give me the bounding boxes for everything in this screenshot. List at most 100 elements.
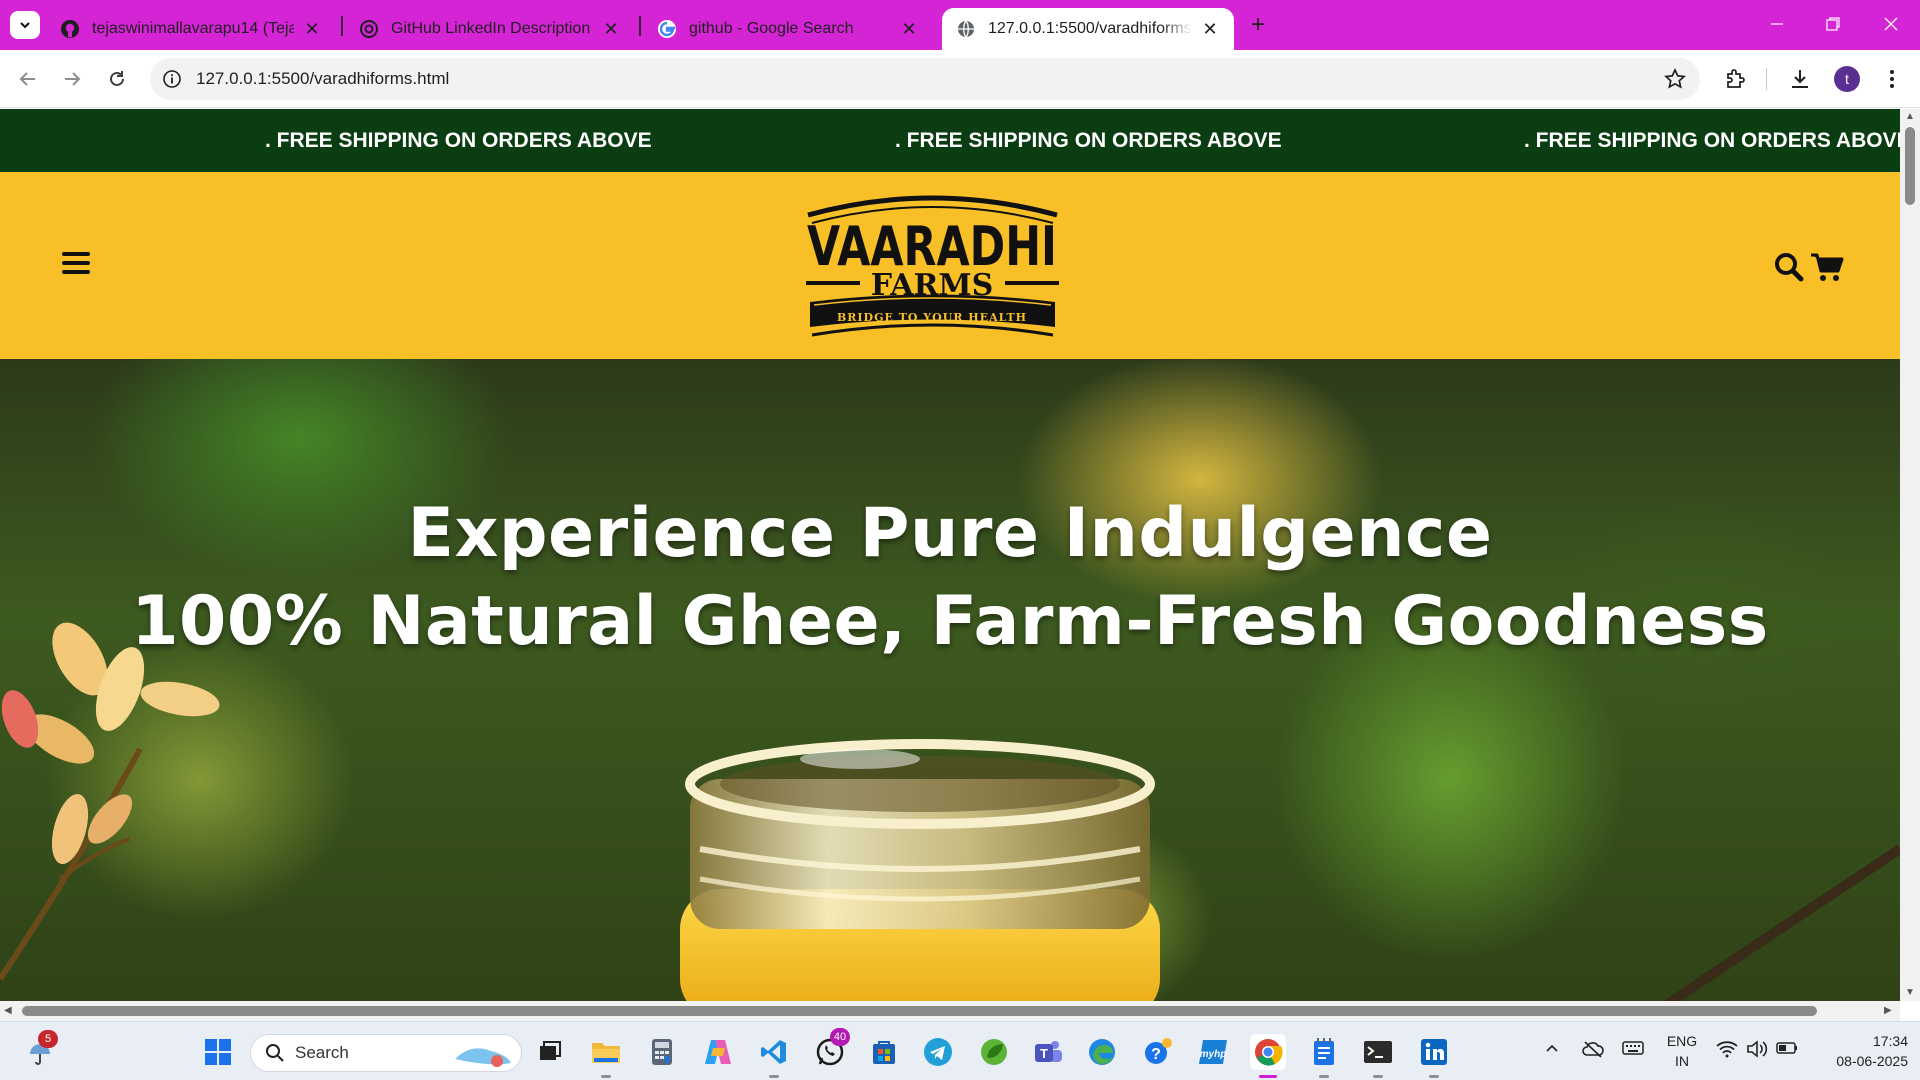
github-icon: [60, 19, 80, 39]
minimize-button[interactable]: [1754, 6, 1800, 42]
forward-button[interactable]: [56, 63, 88, 95]
scrollbar-thumb[interactable]: [22, 1006, 1817, 1016]
start-button[interactable]: [200, 1034, 236, 1070]
linkedin-icon: [1421, 1039, 1447, 1065]
address-bar[interactable]: 127.0.0.1:5500/varadhiforms.html: [150, 58, 1700, 100]
close-icon[interactable]: ✕: [302, 19, 322, 39]
file-explorer-app[interactable]: [588, 1034, 624, 1078]
terminal-icon: [1364, 1041, 1392, 1063]
tab-title: GitHub LinkedIn Description: [391, 20, 591, 37]
get-help-app[interactable]: ?: [1140, 1034, 1176, 1070]
reload-button[interactable]: [101, 63, 133, 95]
hp-app[interactable]: myhp: [1196, 1034, 1232, 1070]
telegram-app[interactable]: [920, 1034, 956, 1070]
tab-chatgpt[interactable]: GitHub LinkedIn Description ✕: [345, 8, 635, 50]
logo-tagline: BRIDGE TO YOUR HEALTH: [837, 311, 1027, 324]
tab-title: tejaswinimallavarapu14 (Tejasw: [92, 20, 294, 37]
running-indicator: [601, 1075, 611, 1078]
windows-logo-icon: [205, 1039, 231, 1065]
keyboard-tray[interactable]: [1622, 1040, 1644, 1059]
teams-app[interactable]: T: [1030, 1034, 1066, 1070]
notepad-app[interactable]: [1306, 1034, 1342, 1078]
spring-leaf-icon: [981, 1039, 1007, 1065]
restore-icon: [1826, 17, 1840, 31]
battery-icon: [1776, 1042, 1797, 1054]
calculator-app[interactable]: [644, 1034, 680, 1070]
terminal-app[interactable]: [1360, 1034, 1396, 1078]
cloud-offline-icon: [1582, 1041, 1604, 1058]
vertical-scrollbar[interactable]: ▲ ▼: [1900, 109, 1920, 1001]
task-view-app[interactable]: [532, 1034, 568, 1070]
clock-time: 17:34: [1872, 1033, 1908, 1049]
url-text[interactable]: 127.0.0.1:5500/varadhiforms.html: [196, 69, 449, 89]
globe-icon: [956, 19, 976, 39]
copilot-app[interactable]: [700, 1034, 736, 1070]
vscode-icon: [761, 1040, 786, 1064]
tab-separator: [639, 16, 641, 36]
whatsapp-app[interactable]: 40: [812, 1028, 850, 1070]
scroll-up-icon[interactable]: ▲: [1904, 111, 1916, 123]
tab-github[interactable]: tejaswinimallavarapu14 (Tejasw ✕: [46, 8, 336, 50]
linkedin-app[interactable]: [1416, 1034, 1452, 1078]
search-label: Search: [295, 1043, 349, 1062]
close-icon[interactable]: ✕: [601, 19, 621, 39]
puzzle-icon: [1727, 69, 1745, 88]
keyboard-icon: [1622, 1041, 1644, 1055]
onedrive-tray[interactable]: [1582, 1040, 1604, 1061]
close-icon[interactable]: ✕: [899, 19, 919, 39]
more-vertical-icon: [1890, 70, 1894, 88]
input-language[interactable]: ENG IN: [1664, 1031, 1700, 1071]
restore-button[interactable]: [1810, 6, 1856, 42]
toolbar-divider: [1766, 68, 1767, 90]
chevron-down-icon: [20, 22, 30, 29]
chrome-app[interactable]: [1250, 1034, 1286, 1078]
microsoft-store-app[interactable]: [866, 1034, 902, 1070]
scrollbar-thumb[interactable]: [1905, 127, 1915, 205]
horizontal-scrollbar[interactable]: ◀ ▶: [0, 1001, 1900, 1021]
cart-icon[interactable]: [1810, 252, 1844, 282]
chatgpt-icon: [359, 19, 379, 39]
folder-icon: [592, 1043, 620, 1063]
search-icon[interactable]: [1774, 252, 1804, 282]
downloads-button[interactable]: [1786, 65, 1814, 93]
bookmark-star-icon[interactable]: [1664, 68, 1686, 90]
weather-widget[interactable]: 5: [22, 1030, 58, 1070]
page-viewport: . FREE SHIPPING ON ORDERS ABOVE . FREE S…: [0, 109, 1900, 1001]
announcement-text: . FREE SHIPPING ON ORDERS ABOVE: [1524, 129, 1900, 152]
chrome-menu-button[interactable]: [1878, 65, 1906, 93]
close-window-button[interactable]: [1868, 6, 1914, 42]
back-button[interactable]: [12, 63, 44, 95]
edge-app[interactable]: [1084, 1034, 1120, 1070]
tab-google-search[interactable]: github - Google Search ✕: [643, 8, 933, 50]
search-icon: [266, 1044, 284, 1062]
tab-title: 127.0.0.1:5500/varadhiforms.htm: [988, 20, 1192, 37]
browser-toolbar: 127.0.0.1:5500/varadhiforms.html: [0, 50, 1920, 108]
system-clock[interactable]: 17:34 08-06-2025: [1812, 1031, 1908, 1071]
running-indicator: [769, 1075, 779, 1078]
google-icon: [657, 19, 677, 39]
network-tray[interactable]: [1716, 1040, 1738, 1061]
svg-text:?: ?: [1151, 1046, 1161, 1063]
tab-search-button[interactable]: [10, 11, 40, 39]
volume-tray[interactable]: [1746, 1040, 1768, 1061]
site-info-icon[interactable]: [162, 69, 182, 89]
scroll-left-icon[interactable]: ◀: [4, 1005, 12, 1016]
tab-title: github - Google Search: [689, 20, 854, 37]
taskbar-search-box[interactable]: Search: [250, 1034, 522, 1072]
show-hidden-icons-button[interactable]: [1544, 1040, 1560, 1059]
vscode-app[interactable]: [756, 1034, 792, 1078]
new-tab-button[interactable]: +: [1244, 12, 1272, 40]
close-icon[interactable]: ✕: [1200, 19, 1220, 39]
hero-heading: Experience Pure Indulgence: [407, 494, 1493, 573]
scroll-right-icon[interactable]: ▶: [1884, 1005, 1892, 1016]
sts-app[interactable]: [976, 1034, 1012, 1070]
battery-tray[interactable]: [1776, 1040, 1798, 1059]
profile-avatar[interactable]: t: [1834, 66, 1860, 92]
clock-date: 08-06-2025: [1836, 1053, 1908, 1069]
scroll-down-icon[interactable]: ▼: [1904, 987, 1916, 999]
tab-localhost-active[interactable]: 127.0.0.1:5500/varadhiforms.htm ✕: [942, 8, 1234, 50]
search-highlight-icon: [455, 1048, 511, 1067]
vaaradhi-farms-logo[interactable]: VAARADHI FARMS BRIDGE TO YOUR HEALTH: [800, 187, 1065, 342]
menu-icon[interactable]: [62, 252, 90, 276]
extensions-button[interactable]: [1722, 65, 1750, 93]
